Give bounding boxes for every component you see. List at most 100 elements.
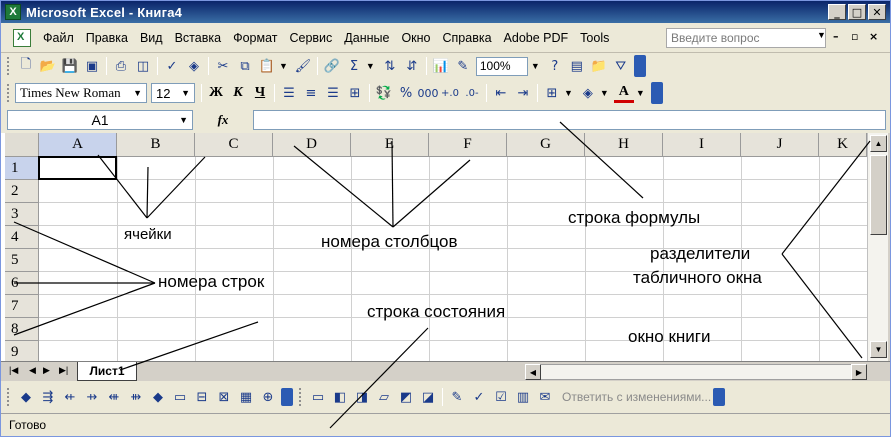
folder-icon[interactable]: 📁 (589, 56, 609, 76)
research-icon[interactable]: ◈ (184, 56, 204, 76)
format-painter-icon[interactable]: 🖌 (293, 56, 313, 76)
vertical-scroll-thumb[interactable] (870, 155, 887, 235)
delete-comment-icon[interactable]: ◪ (418, 387, 438, 407)
maximize-button[interactable]: □ (848, 4, 866, 20)
bold-button[interactable]: Ж (205, 83, 227, 103)
column-header-j[interactable]: J (741, 133, 819, 157)
minimize-button[interactable]: _ (828, 4, 846, 20)
select-all-corner[interactable] (5, 133, 39, 157)
merge-center-icon[interactable]: ⊞ (345, 83, 365, 103)
row-header-2[interactable]: 2 (5, 180, 39, 203)
borders-icon[interactable]: ⊞ (542, 83, 562, 103)
toolbar-options-icon[interactable] (650, 82, 663, 104)
menu-edit[interactable]: Правка (80, 31, 134, 45)
italic-button[interactable]: К (227, 83, 249, 103)
insert-function-button[interactable]: fx (193, 112, 253, 128)
help-icon[interactable]: ? (545, 56, 565, 76)
workbook-icon[interactable] (13, 28, 31, 47)
active-cell-a1[interactable] (38, 156, 117, 180)
doc-minimize-icon[interactable]: – (833, 30, 839, 43)
autosum-dropdown-icon[interactable]: ▼ (366, 61, 375, 71)
trace-dependents-icon[interactable]: ⇸ (82, 387, 102, 407)
autosum-button[interactable]: Σ (344, 56, 364, 76)
remove-precedents-icon[interactable]: ⇷ (60, 387, 80, 407)
circle-invalid-icon[interactable]: ⊟ (192, 387, 212, 407)
excel-app-icon[interactable]: X (5, 4, 21, 20)
zoom-dropdown-icon[interactable]: ▼ (531, 61, 540, 71)
toolbar-grip[interactable] (7, 84, 11, 102)
track-changes-icon[interactable]: ✎ (447, 387, 467, 407)
column-header-g[interactable]: G (507, 133, 585, 157)
first-sheet-icon[interactable]: |◀ (9, 365, 18, 376)
sort-ascending-icon[interactable]: ⇅ (380, 56, 400, 76)
chart-wizard-icon[interactable]: 📊 (431, 56, 451, 76)
menu-window[interactable]: Окно (395, 31, 436, 45)
copy-icon[interactable]: ⧉ (235, 56, 255, 76)
align-right-icon[interactable]: ☰ (323, 83, 343, 103)
permission-icon[interactable]: ▣ (82, 56, 102, 76)
formula-input[interactable] (253, 110, 886, 130)
column-header-d[interactable]: D (273, 133, 351, 157)
column-header-f[interactable]: F (429, 133, 507, 157)
row-header-4[interactable]: 4 (5, 226, 39, 249)
menu-insert[interactable]: Вставка (169, 31, 227, 45)
prev-sheet-icon[interactable]: ◀ (29, 365, 36, 376)
menu-format[interactable]: Формат (227, 31, 283, 45)
fill-dropdown-icon[interactable]: ▼ (600, 88, 609, 98)
close-button[interactable]: ✕ (868, 4, 886, 20)
help-dropdown-icon[interactable]: ▼ (817, 30, 826, 40)
filter-icon[interactable]: ⛛ (611, 56, 631, 76)
toolbar-grip[interactable] (7, 388, 11, 406)
column-header-h[interactable]: H (585, 133, 663, 157)
open-icon[interactable]: 📂 (38, 56, 58, 76)
scroll-right-icon[interactable]: ▶ (851, 364, 867, 380)
shape-icon[interactable]: ◆ (16, 387, 36, 407)
paste-dropdown-icon[interactable]: ▼ (279, 61, 288, 71)
row-header-8[interactable]: 8 (5, 318, 39, 341)
thousands-button[interactable]: 000 (418, 83, 439, 103)
accept-change-icon[interactable]: ✓ (469, 387, 489, 407)
menu-adobe-pdf[interactable]: Adobe PDF (498, 31, 575, 45)
toolbar-options-icon[interactable] (281, 388, 293, 406)
menu-help[interactable]: Справка (437, 31, 498, 45)
increase-decimal-icon[interactable]: +.0 (440, 83, 460, 103)
decrease-indent-icon[interactable]: ⇤ (491, 83, 511, 103)
send-mail-icon[interactable]: ✉ (535, 387, 555, 407)
menu-file[interactable]: Файл (37, 31, 80, 45)
increase-indent-icon[interactable]: ⇥ (513, 83, 533, 103)
column-header-k[interactable]: K (819, 133, 867, 157)
underline-button[interactable]: Ч (249, 83, 271, 103)
font-dropdown-icon[interactable]: ▼ (133, 88, 142, 98)
print-preview-icon[interactable]: ◫ (133, 56, 153, 76)
spelling-icon[interactable]: ✓ (162, 56, 182, 76)
evaluate-formula-icon[interactable]: ⊕ (258, 387, 278, 407)
next-sheet-icon[interactable]: ▶ (43, 365, 50, 376)
help-search-input[interactable]: Введите вопрос (666, 28, 826, 48)
decrease-decimal-icon[interactable]: .0- (462, 83, 482, 103)
new-comment-icon[interactable]: ▭ (170, 387, 190, 407)
toolbar-grip[interactable] (299, 388, 303, 406)
row-header-5[interactable]: 5 (5, 249, 39, 272)
reply-with-changes-button[interactable]: Ответить с изменениями... (562, 390, 711, 404)
sort-descending-icon[interactable]: ⇵ (402, 56, 422, 76)
reviewing-pane-icon[interactable]: ▥ (513, 387, 533, 407)
column-header-e[interactable]: E (351, 133, 429, 157)
row-header-6[interactable]: 6 (5, 272, 39, 295)
currency-icon[interactable]: 💱 (374, 83, 394, 103)
menu-tools-en[interactable]: Tools (574, 31, 615, 45)
toolbar-grip[interactable] (7, 57, 11, 75)
font-size-select[interactable]: 12 ▼ (151, 83, 195, 103)
next-comment-icon[interactable]: ◨ (352, 387, 372, 407)
column-header-b[interactable]: B (117, 133, 195, 157)
new-icon[interactable]: 🗋 (16, 56, 36, 76)
hyperlink-icon[interactable]: 🔗 (322, 56, 342, 76)
row-header-7[interactable]: 7 (5, 295, 39, 318)
column-header-c[interactable]: C (195, 133, 273, 157)
size-dropdown-icon[interactable]: ▼ (181, 88, 190, 98)
print-icon[interactable]: ⎙ (111, 56, 131, 76)
menu-data[interactable]: Данные (338, 31, 395, 45)
last-sheet-icon[interactable]: ▶| (59, 365, 68, 376)
trace-error-icon[interactable]: ◆ (148, 387, 168, 407)
font-color-icon[interactable]: A (613, 83, 634, 103)
form-icon[interactable]: ▤ (567, 56, 587, 76)
